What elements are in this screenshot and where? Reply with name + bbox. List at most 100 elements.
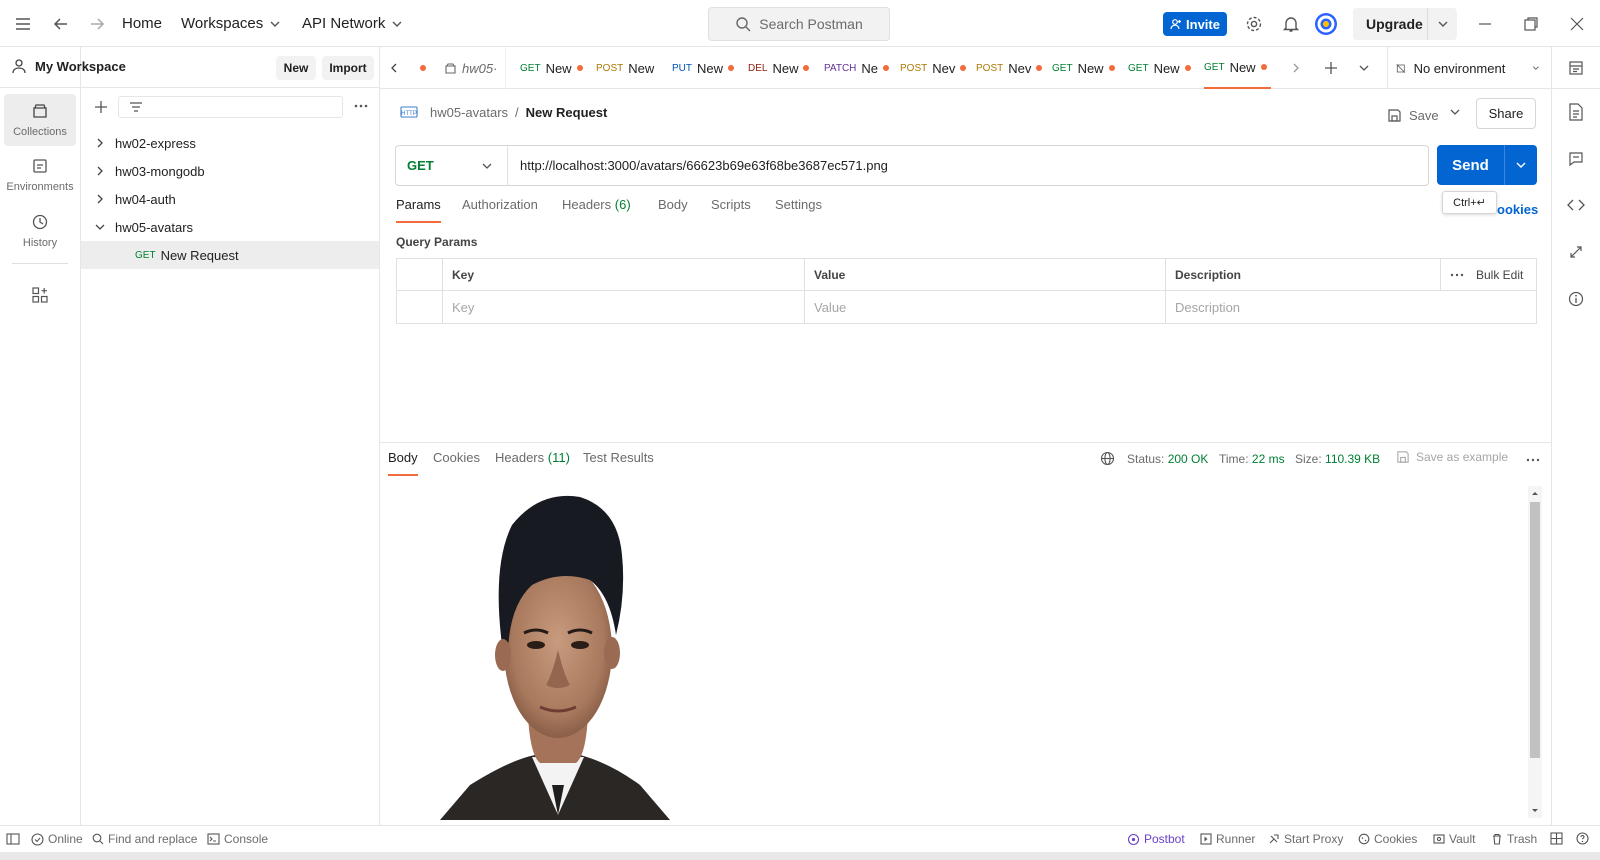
menu-icon[interactable] [14, 0, 32, 47]
send-button[interactable]: Send [1437, 145, 1537, 185]
tab-del-new[interactable]: DEL New [748, 47, 810, 89]
notifications-bell-icon[interactable] [1282, 0, 1300, 47]
scrollbar-thumb[interactable] [1530, 502, 1540, 758]
collection-hw05-avatars[interactable]: hw05-avatars [81, 213, 379, 241]
bulk-edit-button[interactable]: Bulk Edit [1476, 268, 1523, 282]
restore-window-icon[interactable] [1523, 0, 1539, 47]
tab-post-new[interactable]: POST New [596, 47, 654, 89]
avatar[interactable] [1314, 0, 1338, 47]
back-arrow-icon[interactable] [52, 0, 70, 47]
tab-headers[interactable]: Headers (6) [562, 197, 631, 223]
workspace-header[interactable]: My Workspace [11, 58, 126, 74]
save-dropdown-icon[interactable] [1449, 106, 1461, 118]
add-collection-icon[interactable] [93, 99, 109, 115]
response-tab-cookies[interactable]: Cookies [433, 450, 480, 476]
workspaces-menu[interactable]: Workspaces [181, 0, 281, 47]
description-input[interactable]: Description [1166, 291, 1536, 323]
save-button[interactable]: Save [1387, 101, 1439, 129]
tab-overflow-dot[interactable] [420, 47, 426, 89]
response-scrollbar[interactable] [1528, 486, 1542, 818]
time-readout[interactable]: Time: 22 ms [1219, 452, 1285, 466]
tab-put-new[interactable]: PUT New [672, 47, 735, 89]
request-new-request[interactable]: GET New Request [81, 241, 379, 269]
tab-post-new-2[interactable]: POST Nev [900, 47, 967, 89]
tab-get-new-active[interactable]: GET New [1204, 47, 1271, 89]
tabs-scroll-left-icon[interactable] [388, 47, 400, 89]
search-input[interactable]: Search Postman [708, 7, 890, 41]
help-icon[interactable] [1576, 832, 1589, 845]
invite-button[interactable]: Invite [1163, 12, 1227, 36]
response-tab-test-results[interactable]: Test Results [583, 450, 654, 476]
response-tab-headers[interactable]: Headers (11) [495, 450, 570, 476]
related-collections-icon[interactable] [1568, 244, 1584, 260]
tab-settings[interactable]: Settings [775, 197, 822, 223]
tab-get-new[interactable]: GET New [520, 47, 583, 89]
filter-input[interactable] [118, 96, 343, 118]
save-as-example-button[interactable]: Save as example [1396, 450, 1508, 464]
tab-patch-new[interactable]: PATCH Ne [824, 47, 890, 89]
postbot-button[interactable]: Postbot [1127, 832, 1185, 846]
home-link[interactable]: Home [122, 0, 162, 47]
nav-collections[interactable]: Collections [4, 94, 76, 146]
new-button[interactable]: New [276, 56, 316, 80]
tab-params[interactable]: Params [396, 197, 441, 223]
more-options-icon[interactable] [1526, 455, 1540, 465]
runner-button[interactable]: Runner [1200, 832, 1255, 846]
tab-get-new-2[interactable]: GET New [1052, 47, 1115, 89]
find-replace-button[interactable]: Find and replace [92, 832, 197, 846]
request-title[interactable]: New Request [526, 105, 608, 120]
more-options-icon[interactable] [353, 100, 369, 112]
tab-body[interactable]: Body [658, 197, 688, 223]
api-network-menu[interactable]: API Network [302, 0, 403, 47]
status-readout[interactable]: Status: 200 OK [1127, 452, 1208, 466]
start-proxy-button[interactable]: Start Proxy [1268, 832, 1343, 846]
tab-scripts[interactable]: Scripts [711, 197, 751, 223]
import-button[interactable]: Import [322, 56, 374, 80]
tab-hw05[interactable]: hw05· [444, 47, 507, 89]
tabs-scroll-right-icon[interactable] [1290, 47, 1302, 89]
tab-get-new-3[interactable]: GET New [1128, 47, 1191, 89]
scroll-up-icon[interactable] [1528, 488, 1542, 498]
documentation-icon[interactable] [1568, 103, 1584, 121]
response-tab-body[interactable]: Body [388, 450, 418, 476]
minimize-icon[interactable] [1477, 0, 1493, 47]
settings-gear-icon[interactable] [1245, 0, 1263, 47]
cookies-link[interactable]: ookies [1497, 202, 1538, 217]
console-button[interactable]: Console [207, 832, 268, 846]
upgrade-button[interactable]: Upgrade [1353, 8, 1457, 40]
nav-environments[interactable]: Environments [4, 149, 76, 201]
toggle-sidebar-icon[interactable] [6, 832, 20, 846]
tab-authorization[interactable]: Authorization [462, 197, 538, 223]
cookies-button[interactable]: Cookies [1358, 832, 1417, 846]
chevron-down-icon[interactable] [1427, 8, 1449, 40]
vault-button[interactable]: Vault [1433, 832, 1475, 846]
online-status[interactable]: Online [31, 832, 83, 846]
globe-icon[interactable] [1100, 451, 1115, 466]
collection-hw03-mongodb[interactable]: hw03-mongodb [81, 157, 379, 185]
forward-arrow-icon[interactable] [88, 0, 106, 47]
new-tab-plus-icon[interactable] [1324, 47, 1338, 89]
nav-history[interactable]: History [4, 205, 76, 257]
collection-hw02-express[interactable]: hw02-express [81, 129, 379, 157]
url-input[interactable]: http://localhost:3000/avatars/66623b69e6… [508, 158, 888, 173]
tabs-dropdown-icon[interactable] [1358, 47, 1370, 89]
scroll-down-icon[interactable] [1528, 806, 1542, 816]
more-options-icon[interactable] [1450, 270, 1464, 280]
close-window-icon[interactable] [1569, 0, 1585, 47]
breadcrumb-collection[interactable]: hw05-avatars [430, 105, 508, 120]
method-select[interactable]: GET [396, 146, 508, 185]
pane-divider[interactable] [380, 442, 1551, 443]
environment-selector[interactable]: No environment [1396, 47, 1540, 89]
code-icon[interactable] [1567, 197, 1585, 213]
tab-post-new-3[interactable]: POST Nev [976, 47, 1043, 89]
info-icon[interactable] [1568, 291, 1584, 307]
collection-hw04-auth[interactable]: hw04-auth [81, 185, 379, 213]
trash-button[interactable]: Trash [1491, 832, 1537, 846]
share-button[interactable]: Share [1476, 98, 1536, 129]
two-pane-icon[interactable] [1550, 832, 1563, 845]
send-dropdown-icon[interactable] [1504, 145, 1537, 185]
size-readout[interactable]: Size: 110.39 KB [1295, 452, 1380, 466]
comments-icon[interactable] [1568, 151, 1584, 167]
key-input[interactable]: Key [443, 291, 805, 323]
configure-workbench-icon[interactable] [4, 275, 76, 315]
